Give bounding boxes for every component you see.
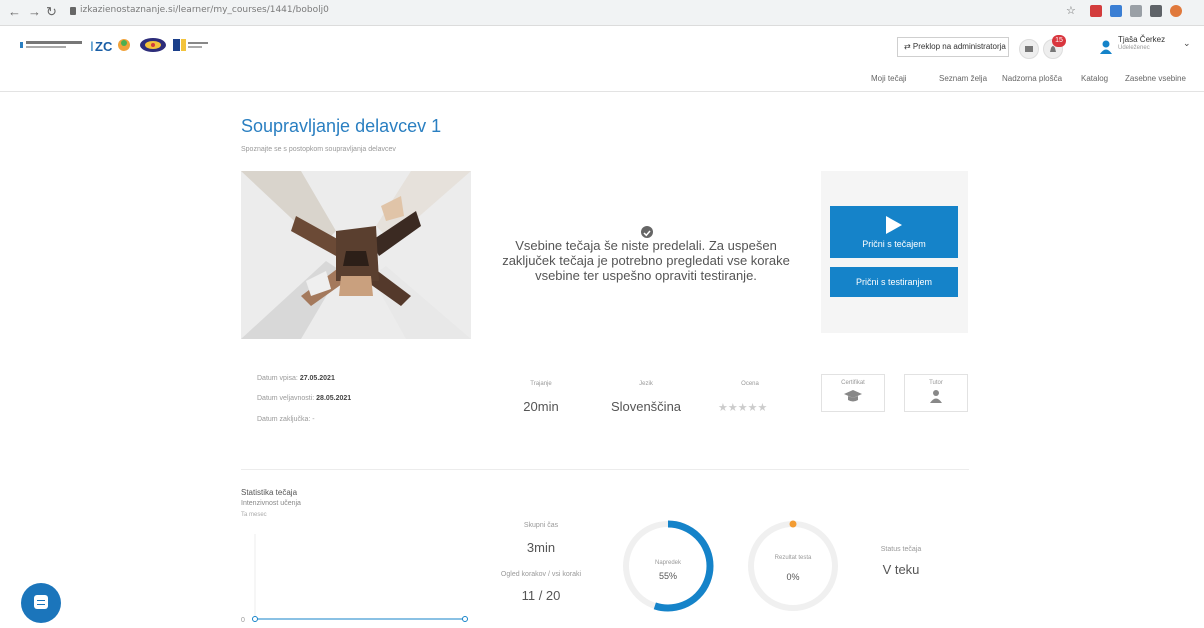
profile-icon[interactable] [1170, 5, 1182, 17]
steps-label: Ogled korakov / vsi koraki [500, 571, 582, 578]
play-icon [886, 216, 902, 234]
test-result-donut [748, 520, 838, 611]
total-time-label: Skupni čas [523, 522, 559, 529]
status-label: Status tečaja [880, 546, 922, 553]
notification-badge: 15 [1052, 35, 1066, 47]
test-result-value: 0% [786, 572, 800, 582]
date-completed: Datum zaključka: - [257, 416, 315, 423]
logo [173, 36, 209, 54]
stats-subtitle: Intenzivnost učenja [241, 500, 301, 507]
user-name[interactable]: Tjaša Čerkez [1118, 35, 1165, 44]
date-valid: Datum veljavnosti: 28.05.2021 [257, 395, 351, 402]
section-divider [241, 469, 969, 470]
tutor-label: Tutor [929, 380, 943, 386]
lock-icon [70, 7, 76, 15]
test-result-label: Rezultat testa [774, 555, 812, 561]
graduation-cap-icon [844, 390, 862, 402]
date-enrolled-value: 27.05.2021 [299, 375, 335, 382]
star-icon[interactable]: ☆ [1066, 4, 1076, 17]
reload-icon[interactable]: ↻ [46, 4, 57, 20]
language-label: Jezik [639, 381, 653, 387]
svg-text:I: I [90, 38, 94, 54]
menu-item-dashboard[interactable]: Nadzorna plošča [1002, 74, 1062, 83]
user-icon [930, 390, 942, 403]
extension-icon[interactable] [1090, 5, 1102, 17]
progress-donut [622, 520, 714, 612]
menu-item-catalog[interactable]: Katalog [1081, 74, 1108, 83]
messages-button[interactable] [1019, 39, 1039, 59]
logo [20, 36, 82, 54]
chevron-down-icon[interactable]: ⌄ [1183, 38, 1191, 49]
svg-text:ZC: ZC [95, 39, 113, 54]
chat-icon-line [37, 600, 45, 601]
date-valid-label: Datum veljavnosti: [257, 395, 315, 402]
steps-value: 11 / 20 [521, 588, 561, 603]
stats-title: Statistika tečaja [241, 488, 298, 497]
date-enrolled: Datum vpisa: 27.05.2021 [257, 375, 335, 382]
chat-button[interactable] [21, 583, 61, 623]
rating-label: Ocena [741, 381, 759, 387]
chat-icon-line [37, 604, 45, 605]
course-status-message: Vsebine tečaja še niste predelali. Za us… [502, 238, 790, 283]
status-value: V teku [882, 562, 920, 577]
menu-item-wishlist[interactable]: Seznam želja [939, 74, 987, 83]
user-role: Udeleženec [1118, 45, 1150, 51]
certificate-label: Certifikat [841, 380, 865, 386]
date-enrolled-label: Datum vpisa: [257, 375, 298, 382]
start-course-button[interactable]: Prični s tečajem [830, 206, 958, 258]
site-header: I ZC ⇄ Preklop na administratorja 15 Tjaš… [0, 26, 1204, 66]
menu-item-my-courses[interactable]: Moji tečaji [871, 74, 907, 83]
language-value: Slovenščina [610, 399, 682, 414]
duration-label: Trajanje [530, 381, 552, 387]
extension-icon[interactable] [1110, 5, 1122, 17]
user-icon[interactable] [1100, 40, 1112, 54]
certificate-box[interactable]: Certifikat [821, 374, 885, 412]
page-title: Soupravljanje delavcev 1 [241, 116, 442, 136]
chart-zero-tick: 0 [241, 617, 245, 623]
course-image [241, 171, 471, 339]
address-bar[interactable]: izkazienostaznanje.si/learner/my_courses… [80, 5, 329, 15]
course-subtitle: Spoznajte se s postopkom soupravljanja d… [241, 146, 396, 153]
extension-icon[interactable] [1130, 5, 1142, 17]
date-valid-value: 28.05.2021 [316, 395, 352, 402]
test-result-marker [789, 520, 797, 528]
menu-item-private-content[interactable]: Zasebne vsebine [1125, 74, 1186, 83]
arrow-right-icon[interactable]: → [28, 4, 41, 19]
intensity-chart: 0 [241, 522, 471, 624]
arrow-left-icon[interactable]: ← [8, 4, 21, 19]
logo: I ZC [90, 36, 130, 54]
check-circle-icon [641, 226, 653, 238]
switch-admin-button[interactable]: ⇄ Preklop na administratorja [897, 37, 1009, 57]
rating-stars[interactable]: ★★★★★ [718, 401, 767, 414]
tutor-box[interactable]: Tutor [904, 374, 968, 412]
total-time-value: 3min [526, 540, 556, 555]
chat-icon [34, 595, 48, 609]
progress-value: 55% [658, 571, 677, 581]
progress-label: Napredek [654, 560, 681, 566]
stats-period[interactable]: Ta mesec [241, 512, 267, 518]
extension-icon[interactable] [1150, 5, 1162, 17]
logo [138, 36, 168, 54]
main-menu: Moji tečaji Seznam želja Nadzorna plošča… [0, 66, 1204, 92]
start-test-button[interactable]: Prični s testiranjem [830, 267, 958, 297]
browser-toolbar: ← → ↻ izkazienostaznanje.si/learner/my_c… [0, 0, 1204, 26]
start-course-label: Prični s tečajem [862, 239, 926, 249]
duration-value: 20min [523, 399, 559, 414]
